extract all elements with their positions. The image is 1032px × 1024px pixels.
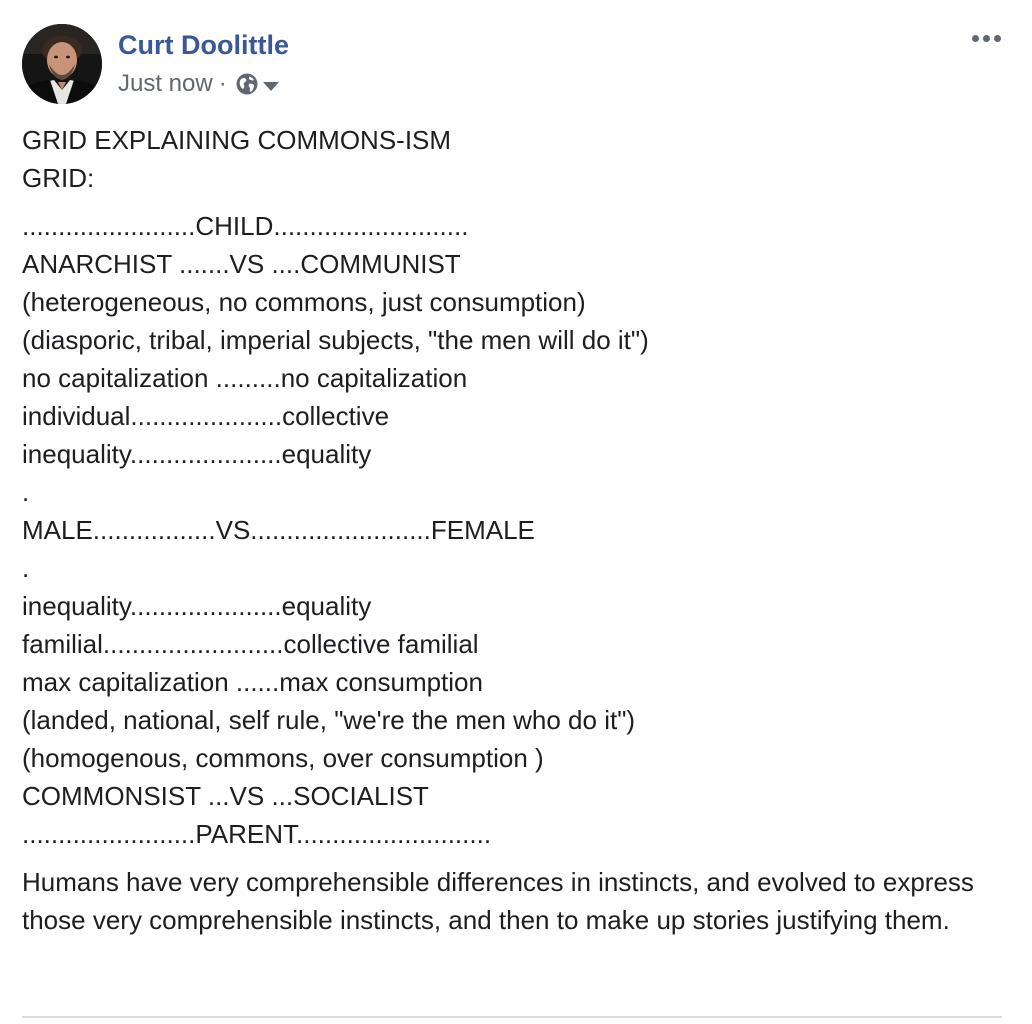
grid-line: no capitalization .........no capitaliza…	[22, 363, 468, 393]
post-subtitle-line: GRID:	[22, 163, 95, 193]
grid-line: individual.....................collectiv…	[22, 401, 390, 431]
post-body: GRID EXPLAINING COMMONS-ISM GRID: ......…	[22, 121, 1007, 939]
grid-line: (homogenous, commons, over consumption )	[22, 743, 544, 773]
meta-separator: ·	[218, 70, 227, 97]
globe-icon[interactable]	[235, 72, 259, 96]
grid-line: familial.........................collect…	[22, 629, 479, 659]
grid-line: (diasporic, tribal, imperial subjects, "…	[22, 325, 649, 355]
post-meta: Just now ·	[118, 70, 279, 98]
grid-line: inequality.....................equality	[22, 591, 372, 621]
facebook-post: Curt Doolittle Just now · GRID EXPLAININ…	[0, 0, 1032, 1024]
grid-line: COMMONSIST ...VS ...SOCIALIST	[22, 781, 429, 811]
post-header: Curt Doolittle Just now ·	[22, 22, 1012, 108]
grid-line: .	[22, 477, 30, 507]
grid-line: inequality.....................equality	[22, 439, 372, 469]
post-divider	[22, 1016, 1002, 1018]
post-closing-paragraph: Humans have very comprehensible differen…	[22, 867, 974, 935]
grid-line: .	[22, 553, 30, 583]
grid-line: MALE.................VS.................…	[22, 515, 535, 545]
post-timestamp[interactable]: Just now	[118, 70, 213, 98]
post-title-line: GRID EXPLAINING COMMONS-ISM	[22, 125, 452, 155]
grid-line: (landed, national, self rule, "we're the…	[22, 705, 636, 735]
grid-line: (heterogeneous, no commons, just consump…	[22, 287, 586, 317]
caret-down-icon[interactable]	[262, 81, 279, 91]
grid-line: ........................PARENT..........…	[22, 819, 492, 849]
grid-line: ANARCHIST .......VS ....COMMUNIST	[22, 249, 461, 279]
dot-1	[971, 34, 979, 42]
author-avatar[interactable]	[22, 24, 102, 104]
grid-line: max capitalization ......max consumption	[22, 667, 483, 697]
dot-3	[993, 34, 1001, 42]
more-options-icon[interactable]	[966, 24, 1006, 52]
grid-line: ........................CHILD...........…	[22, 211, 469, 241]
avatar-photo	[22, 24, 102, 104]
dot-2	[982, 34, 990, 42]
author-name-link[interactable]: Curt Doolittle	[118, 30, 289, 61]
